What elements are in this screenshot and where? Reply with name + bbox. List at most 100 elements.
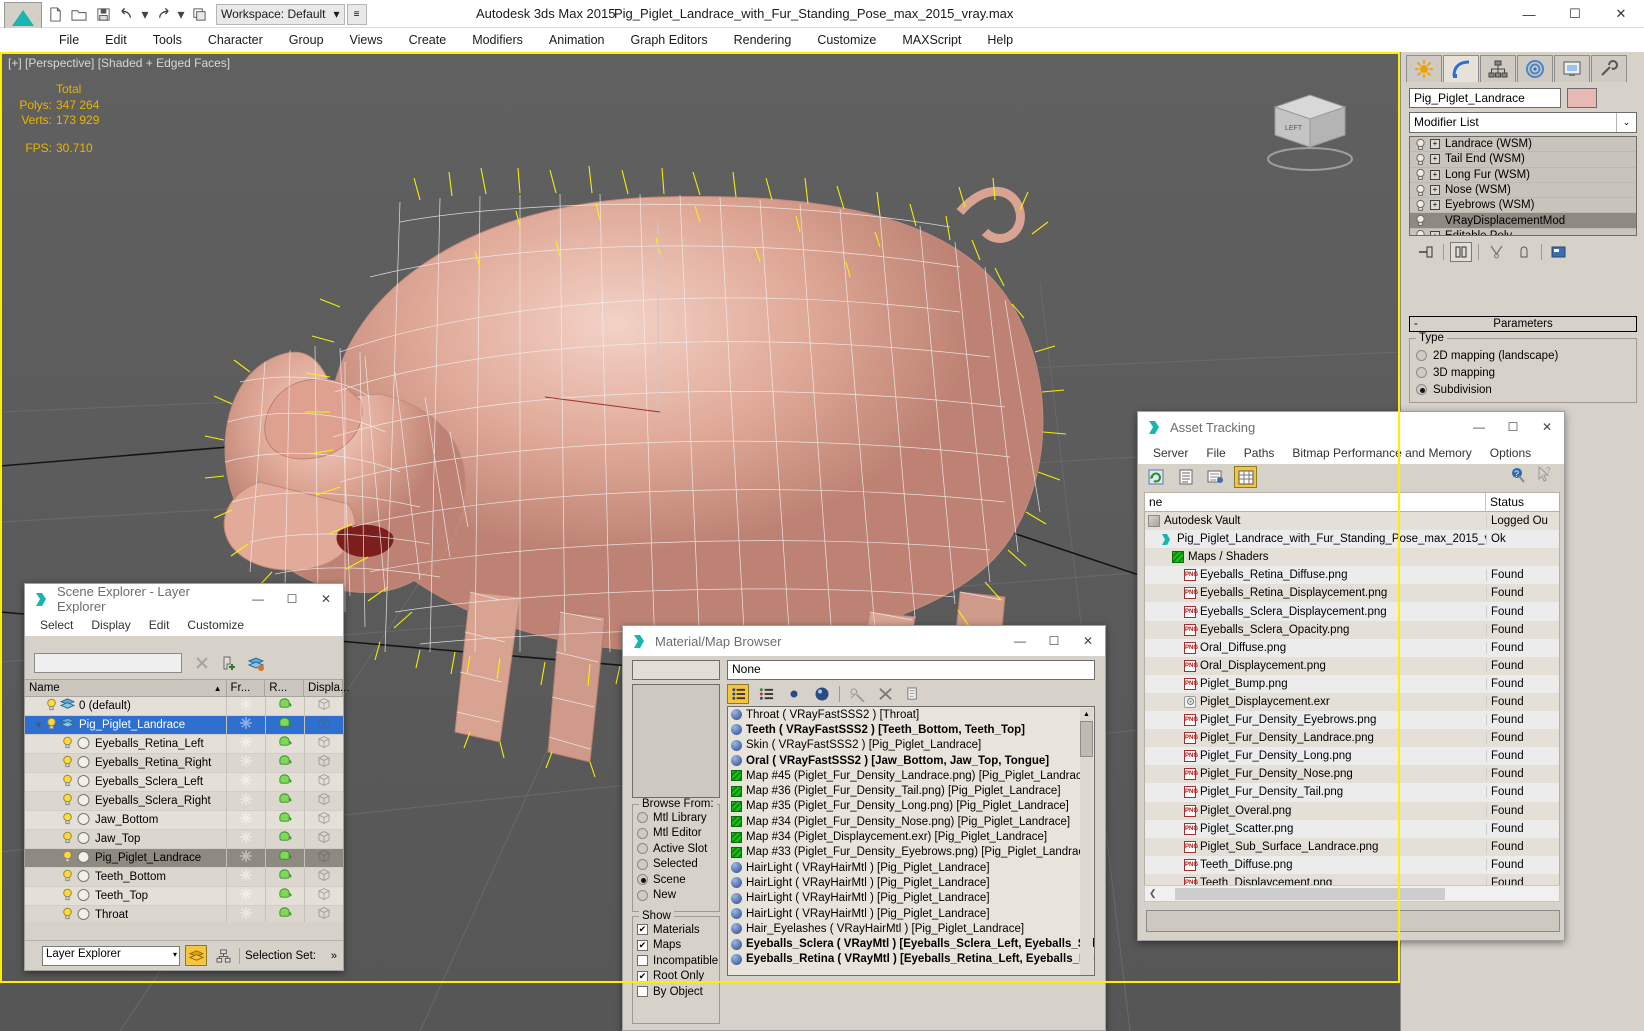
layer-view-icon[interactable] — [185, 945, 207, 966]
visibility-bulb-icon[interactable] — [61, 755, 74, 772]
render-cell[interactable] — [265, 715, 304, 735]
browse-from-option[interactable]: Active Slot — [633, 841, 719, 857]
material-slot-preview[interactable] — [632, 660, 720, 680]
large-sphere-icon[interactable] — [811, 684, 833, 704]
visibility-bulb-icon[interactable] — [61, 869, 74, 886]
redo-icon[interactable] — [152, 3, 174, 25]
frozen-cell[interactable] — [226, 886, 265, 906]
clear-filter-icon[interactable] — [191, 652, 213, 674]
display-tab[interactable] — [1554, 55, 1590, 82]
display-cell[interactable] — [304, 734, 343, 754]
scene-explorer-row[interactable]: Teeth_Bottom — [25, 867, 343, 887]
modifier-stack-item[interactable]: + Nose (WSM) — [1410, 183, 1636, 199]
scene-explorer-row[interactable]: Jaw_Top — [25, 829, 343, 849]
browse-from-option[interactable]: Selected — [633, 857, 719, 873]
rollout-header[interactable]: - Parameters — [1409, 316, 1637, 332]
radio-icon[interactable] — [637, 874, 648, 886]
tree-expand-icon[interactable]: ▼ — [25, 720, 43, 730]
radio-icon[interactable] — [637, 858, 648, 870]
material-name-field[interactable]: None — [727, 660, 1095, 680]
scene-explorer-window[interactable]: Scene Explorer - Layer Explorer — ☐ ✕ Se… — [24, 583, 350, 971]
view-cube[interactable]: LEFT — [1255, 87, 1365, 177]
material-list-row[interactable]: Skin ( VRayFastSSS2 ) [Pig_Piglet_Landra… — [728, 738, 1094, 753]
scene-explorer-menu-customize[interactable]: Customize — [178, 614, 253, 636]
asset-tracking-row[interactable]: PNG Piglet_Sub_Surface_Landrace.png Found — [1145, 837, 1559, 856]
column-header-status[interactable]: Status — [1486, 493, 1559, 511]
menu-item-animation[interactable]: Animation — [536, 28, 618, 52]
light-bulb-icon[interactable] — [1414, 138, 1427, 151]
motion-tab[interactable] — [1517, 55, 1553, 82]
refresh-icon[interactable] — [1144, 466, 1167, 488]
asset-tracking-row[interactable]: Maps / Shaders — [1145, 548, 1559, 567]
asset-tracking-menu-paths[interactable]: Paths — [1235, 442, 1284, 464]
asset-tracking-scroll-thumb[interactable] — [1175, 888, 1445, 900]
delete-icon[interactable] — [874, 684, 896, 704]
menu-item-character[interactable]: Character — [195, 28, 276, 52]
frozen-cell[interactable] — [226, 715, 265, 735]
layer-manager-icon[interactable] — [245, 652, 267, 674]
render-cell[interactable] — [265, 772, 304, 792]
column-header-display[interactable]: Displa... — [304, 680, 350, 696]
show-option[interactable]: By Object — [633, 984, 719, 1000]
render-cell[interactable] — [265, 810, 304, 830]
list-view-icon[interactable] — [1174, 466, 1197, 488]
material-browser-maximize-button[interactable]: ☐ — [1037, 626, 1071, 656]
undo-dropdown-icon[interactable]: ▾ — [140, 3, 150, 25]
scene-explorer-row[interactable]: Eyeballs_Sclera_Left — [25, 772, 343, 792]
menu-item-create[interactable]: Create — [396, 28, 460, 52]
display-cell[interactable] — [304, 848, 343, 868]
display-cell[interactable] — [304, 715, 343, 735]
browse-from-option[interactable]: New — [633, 888, 719, 904]
menu-item-help[interactable]: Help — [974, 28, 1026, 52]
display-cell[interactable] — [304, 810, 343, 830]
display-cell[interactable] — [304, 791, 343, 811]
light-bulb-icon[interactable] — [1414, 199, 1427, 212]
asset-tracking-row[interactable]: PNG Oral_Displaycement.png Found — [1145, 656, 1559, 675]
asset-tracking-menu-bitmap-performance-and-memory[interactable]: Bitmap Performance and Memory — [1283, 442, 1480, 464]
maximize-button[interactable]: ☐ — [1552, 0, 1598, 28]
scene-explorer-close-button[interactable]: ✕ — [309, 584, 343, 614]
radio-icon[interactable] — [1416, 350, 1427, 361]
column-header-name[interactable]: Name ▲ — [25, 680, 227, 696]
asset-tracking-menu-options[interactable]: Options — [1481, 442, 1540, 464]
material-list-row[interactable]: Eyeballs_Retina ( VRayMtl ) [Eyeballs_Re… — [728, 952, 1094, 967]
checkbox-icon[interactable]: ✔ — [637, 924, 648, 936]
asset-tracking-row[interactable]: PNG Eyeballs_Retina_Diffuse.png Found — [1145, 566, 1559, 585]
material-list-row[interactable]: Oral ( VRayFastSSS2 ) [Jaw_Bottom, Jaw_T… — [728, 753, 1094, 768]
material-list-row[interactable]: Map #35 (Piglet_Fur_Density_Long.png) [P… — [728, 799, 1094, 814]
expand-icon[interactable]: + — [1430, 200, 1440, 211]
pin-stack-icon[interactable] — [1415, 242, 1437, 262]
material-list-row[interactable]: Throat ( VRayFastSSS2 ) [Throat] — [728, 707, 1094, 722]
column-header-render[interactable]: R... — [265, 680, 305, 696]
asset-tracking-row[interactable]: PNG Eyeballs_Sclera_Displaycement.png Foun… — [1145, 602, 1559, 621]
asset-tracking-row[interactable]: PNG Piglet_Fur_Density_Landrace.png Found — [1145, 729, 1559, 748]
modifier-list-dropdown[interactable]: Modifier List ⌄ — [1409, 112, 1637, 133]
modifier-stack-item[interactable]: + Long Fur (WSM) — [1410, 168, 1636, 183]
utilities-tab[interactable] — [1591, 55, 1627, 82]
frozen-cell[interactable] — [226, 867, 265, 887]
remove-modifier-icon[interactable] — [1513, 242, 1535, 262]
asset-tracking-row[interactable]: PNG Eyeballs_Sclera_Opacity.png Found — [1145, 620, 1559, 639]
display-cell[interactable] — [304, 905, 343, 922]
display-cell[interactable] — [304, 697, 343, 716]
asset-tracking-row[interactable]: Piglet_Displaycement.exr Found — [1145, 692, 1559, 712]
asset-tracking-row[interactable]: PNG Oral_Diffuse.png Found — [1145, 638, 1559, 657]
expand-icon[interactable]: + — [1430, 139, 1440, 150]
workspace-selector[interactable]: Workspace: Default ▾ — [216, 3, 345, 25]
scene-explorer-row[interactable]: ▼ Pig_Piglet_Landrace — [25, 715, 343, 735]
material-list-row[interactable]: Map #36 (Piglet_Fur_Density_Tail.png) [P… — [728, 783, 1094, 798]
material-list-scroll-thumb[interactable] — [1080, 721, 1093, 757]
checkbox-icon[interactable] — [637, 986, 648, 998]
frozen-cell[interactable] — [226, 697, 265, 716]
show-option[interactable]: Incompatible — [633, 953, 719, 969]
type-option[interactable]: Subdivision — [1416, 381, 1630, 398]
object-color-swatch[interactable] — [1567, 88, 1597, 108]
hierarchy-tab[interactable] — [1480, 55, 1516, 82]
menu-item-customize[interactable]: Customize — [804, 28, 889, 52]
menu-item-file[interactable]: File — [46, 28, 92, 52]
light-bulb-icon[interactable] — [1414, 184, 1427, 197]
browse-from-option[interactable]: Mtl Editor — [633, 826, 719, 842]
radio-icon[interactable] — [1416, 384, 1427, 395]
display-cell[interactable] — [304, 867, 343, 887]
show-option[interactable]: ✔ Root Only — [633, 969, 719, 985]
